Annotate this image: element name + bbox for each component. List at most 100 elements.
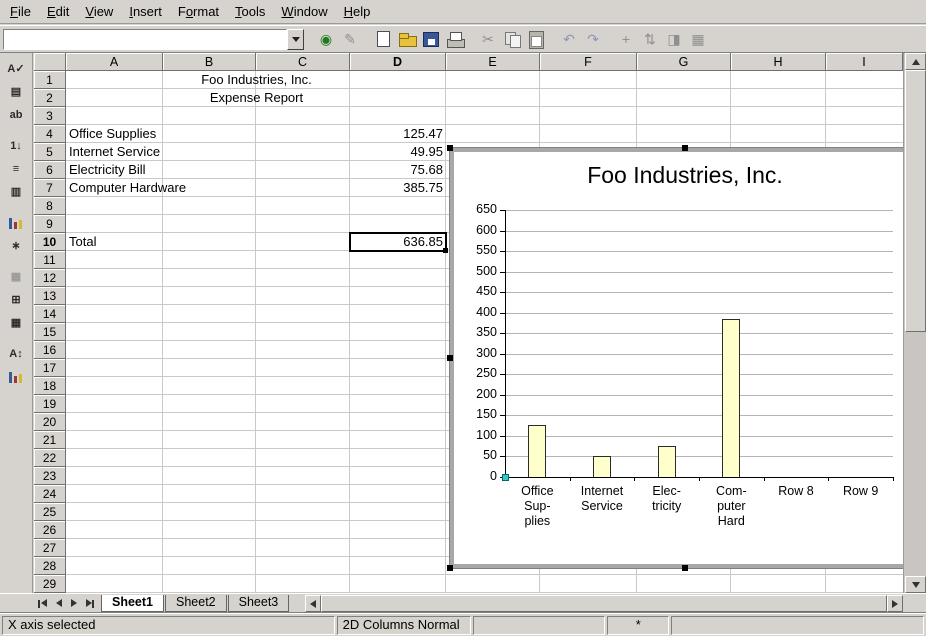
column-header-e[interactable]: E bbox=[446, 53, 540, 71]
row-header-11[interactable]: 11 bbox=[34, 251, 66, 269]
first-sheet-button[interactable] bbox=[36, 596, 51, 611]
row-header-26[interactable]: 26 bbox=[34, 521, 66, 539]
cell-d6[interactable]: 75.68 bbox=[350, 161, 446, 179]
cell-a7[interactable]: Computer Hardware bbox=[66, 179, 163, 197]
column-header-a[interactable]: A bbox=[66, 53, 163, 71]
styles-icon[interactable]: ▤ bbox=[4, 81, 28, 102]
cell-a4[interactable]: Office Supplies bbox=[66, 125, 163, 143]
next-sheet-button[interactable] bbox=[66, 596, 81, 611]
name-box-input[interactable] bbox=[3, 29, 287, 50]
scroll-down-button[interactable] bbox=[905, 576, 926, 593]
tab-sheet3[interactable]: Sheet3 bbox=[228, 595, 290, 612]
draw-functions-icon[interactable]: ∗ bbox=[4, 235, 28, 256]
apply-icon[interactable]: ◉ bbox=[315, 28, 337, 50]
name-box-dropdown-button[interactable] bbox=[287, 29, 304, 50]
row-header-8[interactable]: 8 bbox=[34, 197, 66, 215]
row-header-22[interactable]: 22 bbox=[34, 449, 66, 467]
column-header-b[interactable]: B bbox=[163, 53, 256, 71]
row-header-6[interactable]: 6 bbox=[34, 161, 66, 179]
row-header-12[interactable]: 12 bbox=[34, 269, 66, 287]
menu-view[interactable]: View bbox=[77, 2, 121, 21]
cell-b2[interactable]: Expense Report bbox=[163, 89, 350, 107]
font-size-icon[interactable]: A↕ bbox=[4, 343, 28, 364]
row-header-2[interactable]: 2 bbox=[34, 89, 66, 107]
chart-handle[interactable] bbox=[447, 565, 453, 571]
row-header-24[interactable]: 24 bbox=[34, 485, 66, 503]
hyphenation-icon[interactable]: ab bbox=[4, 104, 28, 125]
menu-tools[interactable]: Tools bbox=[227, 2, 273, 21]
row-header-9[interactable]: 9 bbox=[34, 215, 66, 233]
row-header-27[interactable]: 27 bbox=[34, 539, 66, 557]
cell-d10[interactable]: 636.85 bbox=[350, 233, 446, 251]
last-sheet-button[interactable] bbox=[81, 596, 96, 611]
insert-table-icon[interactable]: ⊞ bbox=[4, 289, 28, 310]
row-header-7[interactable]: 7 bbox=[34, 179, 66, 197]
insert-chart-icon[interactable] bbox=[4, 212, 28, 233]
row-header-4[interactable]: 4 bbox=[34, 125, 66, 143]
row-header-13[interactable]: 13 bbox=[34, 287, 66, 305]
column-header-c[interactable]: C bbox=[256, 53, 350, 71]
column-header-d[interactable]: D bbox=[350, 53, 446, 71]
chart-handle[interactable] bbox=[682, 565, 688, 571]
row-header-10[interactable]: 10 bbox=[34, 233, 66, 251]
cell-d5[interactable]: 49.95 bbox=[350, 143, 446, 161]
chart-handle[interactable] bbox=[682, 145, 688, 151]
row-header-15[interactable]: 15 bbox=[34, 323, 66, 341]
chart-handle[interactable] bbox=[447, 355, 453, 361]
save-icon[interactable] bbox=[420, 28, 442, 50]
row-header-1[interactable]: 1 bbox=[34, 71, 66, 89]
bar-1[interactable] bbox=[528, 425, 546, 477]
cell-b1[interactable]: Foo Industries, Inc. bbox=[163, 71, 350, 89]
sort-ascending-icon[interactable]: 1↓ bbox=[4, 135, 28, 156]
menu-edit[interactable]: Edit bbox=[39, 2, 77, 21]
menu-window[interactable]: Window bbox=[273, 2, 335, 21]
columns-icon[interactable]: ▥ bbox=[4, 181, 28, 202]
new-document-icon[interactable] bbox=[372, 28, 394, 50]
scroll-right-button[interactable] bbox=[887, 595, 903, 612]
cell-d4[interactable]: 125.47 bbox=[350, 125, 446, 143]
cell-d7[interactable]: 385.75 bbox=[350, 179, 446, 197]
row-header-28[interactable]: 28 bbox=[34, 557, 66, 575]
column-header-i[interactable]: I bbox=[826, 53, 903, 71]
borders-icon[interactable]: ▦ bbox=[4, 312, 28, 333]
row-header-18[interactable]: 18 bbox=[34, 377, 66, 395]
row-header-25[interactable]: 25 bbox=[34, 503, 66, 521]
print-icon[interactable] bbox=[444, 28, 466, 50]
cell-a6[interactable]: Electricity Bill bbox=[66, 161, 163, 179]
cells-viewport[interactable]: Foo Industries, Inc.Expense ReportOffice… bbox=[66, 71, 903, 593]
row-header-23[interactable]: 23 bbox=[34, 467, 66, 485]
vertical-scroll-thumb[interactable] bbox=[905, 70, 926, 332]
select-all-corner[interactable] bbox=[34, 53, 66, 71]
row-header-16[interactable]: 16 bbox=[34, 341, 66, 359]
menu-format[interactable]: Format bbox=[170, 2, 227, 21]
chart-bars-icon[interactable] bbox=[4, 366, 28, 387]
previous-sheet-button[interactable] bbox=[51, 596, 66, 611]
row-header-21[interactable]: 21 bbox=[34, 431, 66, 449]
row-header-17[interactable]: 17 bbox=[34, 359, 66, 377]
column-header-g[interactable]: G bbox=[637, 53, 731, 71]
row-header-19[interactable]: 19 bbox=[34, 395, 66, 413]
bar-4[interactable] bbox=[722, 319, 740, 477]
y-axis[interactable] bbox=[505, 210, 506, 477]
fill-handle[interactable] bbox=[443, 248, 448, 253]
horizontal-scrollbar[interactable] bbox=[305, 595, 903, 612]
scroll-left-button[interactable] bbox=[305, 595, 321, 612]
row-header-14[interactable]: 14 bbox=[34, 305, 66, 323]
vertical-scrollbar[interactable] bbox=[903, 53, 926, 593]
menu-help[interactable]: Help bbox=[336, 2, 379, 21]
tab-sheet2[interactable]: Sheet2 bbox=[165, 595, 227, 612]
column-header-h[interactable]: H bbox=[731, 53, 826, 71]
spellcheck-icon[interactable]: A✓ bbox=[4, 58, 28, 79]
horizontal-scroll-thumb[interactable] bbox=[321, 595, 887, 612]
chart-object[interactable]: Foo Industries, Inc.05010015020025030035… bbox=[450, 148, 903, 568]
row-header-3[interactable]: 3 bbox=[34, 107, 66, 125]
column-header-f[interactable]: F bbox=[540, 53, 637, 71]
row-header-29[interactable]: 29 bbox=[34, 575, 66, 593]
menu-insert[interactable]: Insert bbox=[121, 2, 170, 21]
row-header-5[interactable]: 5 bbox=[34, 143, 66, 161]
x-axis-selection-handle[interactable] bbox=[502, 474, 509, 481]
row-header-20[interactable]: 20 bbox=[34, 413, 66, 431]
bar-2[interactable] bbox=[593, 456, 611, 477]
cell-a10[interactable]: Total bbox=[66, 233, 163, 251]
scroll-up-button[interactable] bbox=[905, 53, 926, 70]
